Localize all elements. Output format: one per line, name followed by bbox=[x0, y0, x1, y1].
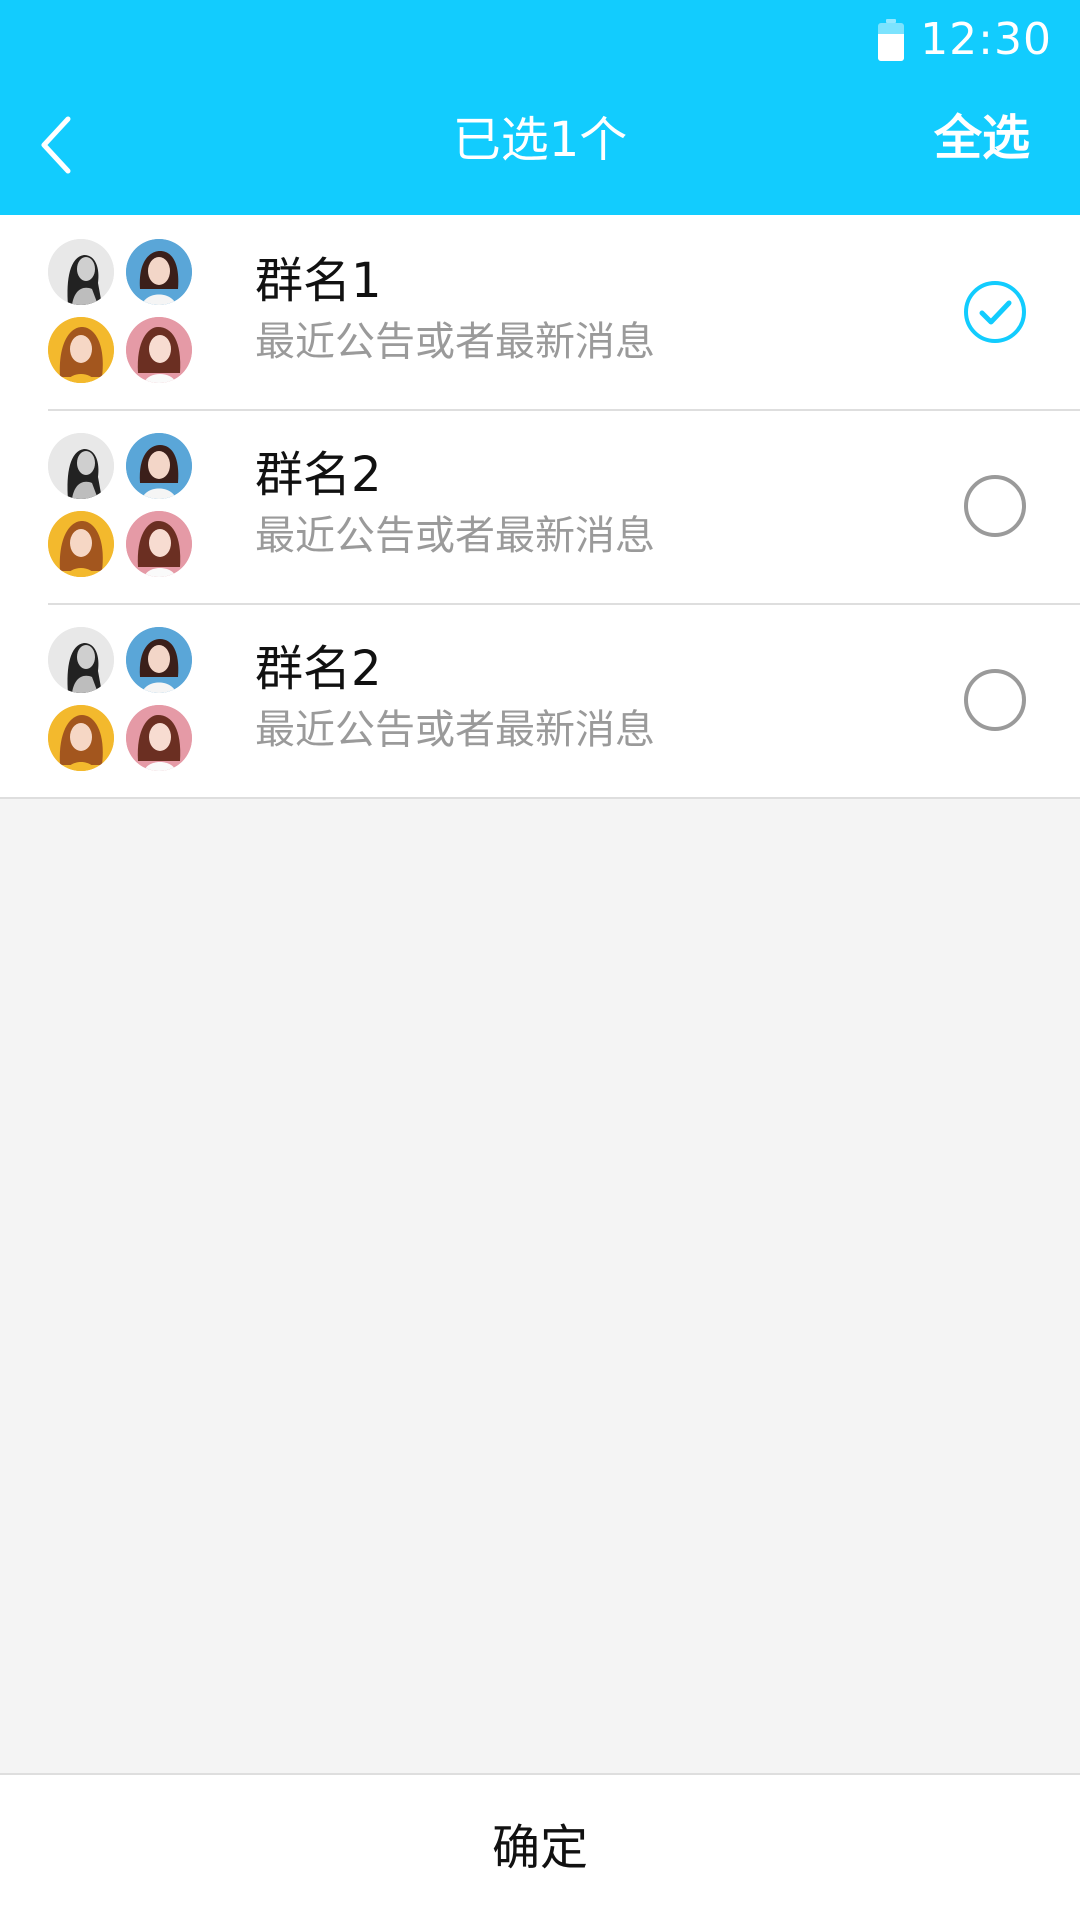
avatar bbox=[48, 317, 114, 383]
group-list-item[interactable]: 群名2 最近公告或者最新消息 bbox=[0, 409, 1080, 603]
avatar bbox=[126, 239, 192, 305]
avatar bbox=[126, 317, 192, 383]
avatar bbox=[48, 705, 114, 771]
avatar bbox=[126, 627, 192, 693]
group-list-item[interactable]: 群名1 最近公告或者最新消息 bbox=[0, 215, 1080, 409]
status-bar: 12:30 bbox=[878, 10, 1052, 70]
group-name: 群名1 bbox=[255, 253, 382, 309]
empty-circle-icon bbox=[964, 669, 1026, 731]
group-list-item[interactable]: 群名2 最近公告或者最新消息 bbox=[0, 603, 1080, 797]
select-radio[interactable] bbox=[963, 474, 1027, 538]
group-last-message: 最近公告或者最新消息 bbox=[255, 707, 655, 753]
group-name: 群名2 bbox=[255, 641, 382, 697]
group-last-message: 最近公告或者最新消息 bbox=[255, 319, 655, 365]
screen: 12:30 已选1个 全选 群名1 最近公告或者最新消息 群名2 最近公告或者最… bbox=[0, 0, 1080, 1920]
select-radio[interactable] bbox=[963, 668, 1027, 732]
group-avatar-grid bbox=[48, 239, 194, 385]
group-avatar-grid bbox=[48, 433, 194, 579]
status-time: 12:30 bbox=[920, 14, 1052, 65]
select-all-button[interactable]: 全选 bbox=[934, 108, 1030, 168]
group-list: 群名1 最近公告或者最新消息 群名2 最近公告或者最新消息 群名2 最近公告或者… bbox=[0, 215, 1080, 799]
battery-icon bbox=[878, 19, 905, 61]
selected-radio[interactable] bbox=[963, 280, 1027, 344]
avatar bbox=[48, 239, 114, 305]
group-avatar-grid bbox=[48, 627, 194, 773]
avatar bbox=[48, 627, 114, 693]
avatar bbox=[126, 433, 192, 499]
check-circle-icon bbox=[964, 281, 1026, 343]
app-header: 12:30 已选1个 全选 bbox=[0, 0, 1080, 215]
group-last-message: 最近公告或者最新消息 bbox=[255, 513, 655, 559]
empty-circle-icon bbox=[964, 475, 1026, 537]
avatar bbox=[126, 511, 192, 577]
confirm-button[interactable]: 确定 bbox=[432, 1798, 648, 1898]
page-title: 已选1个 bbox=[452, 112, 628, 168]
footer-bar: 确定 bbox=[0, 1773, 1080, 1920]
avatar bbox=[126, 705, 192, 771]
group-name: 群名2 bbox=[255, 447, 382, 503]
avatar bbox=[48, 433, 114, 499]
avatar bbox=[48, 511, 114, 577]
